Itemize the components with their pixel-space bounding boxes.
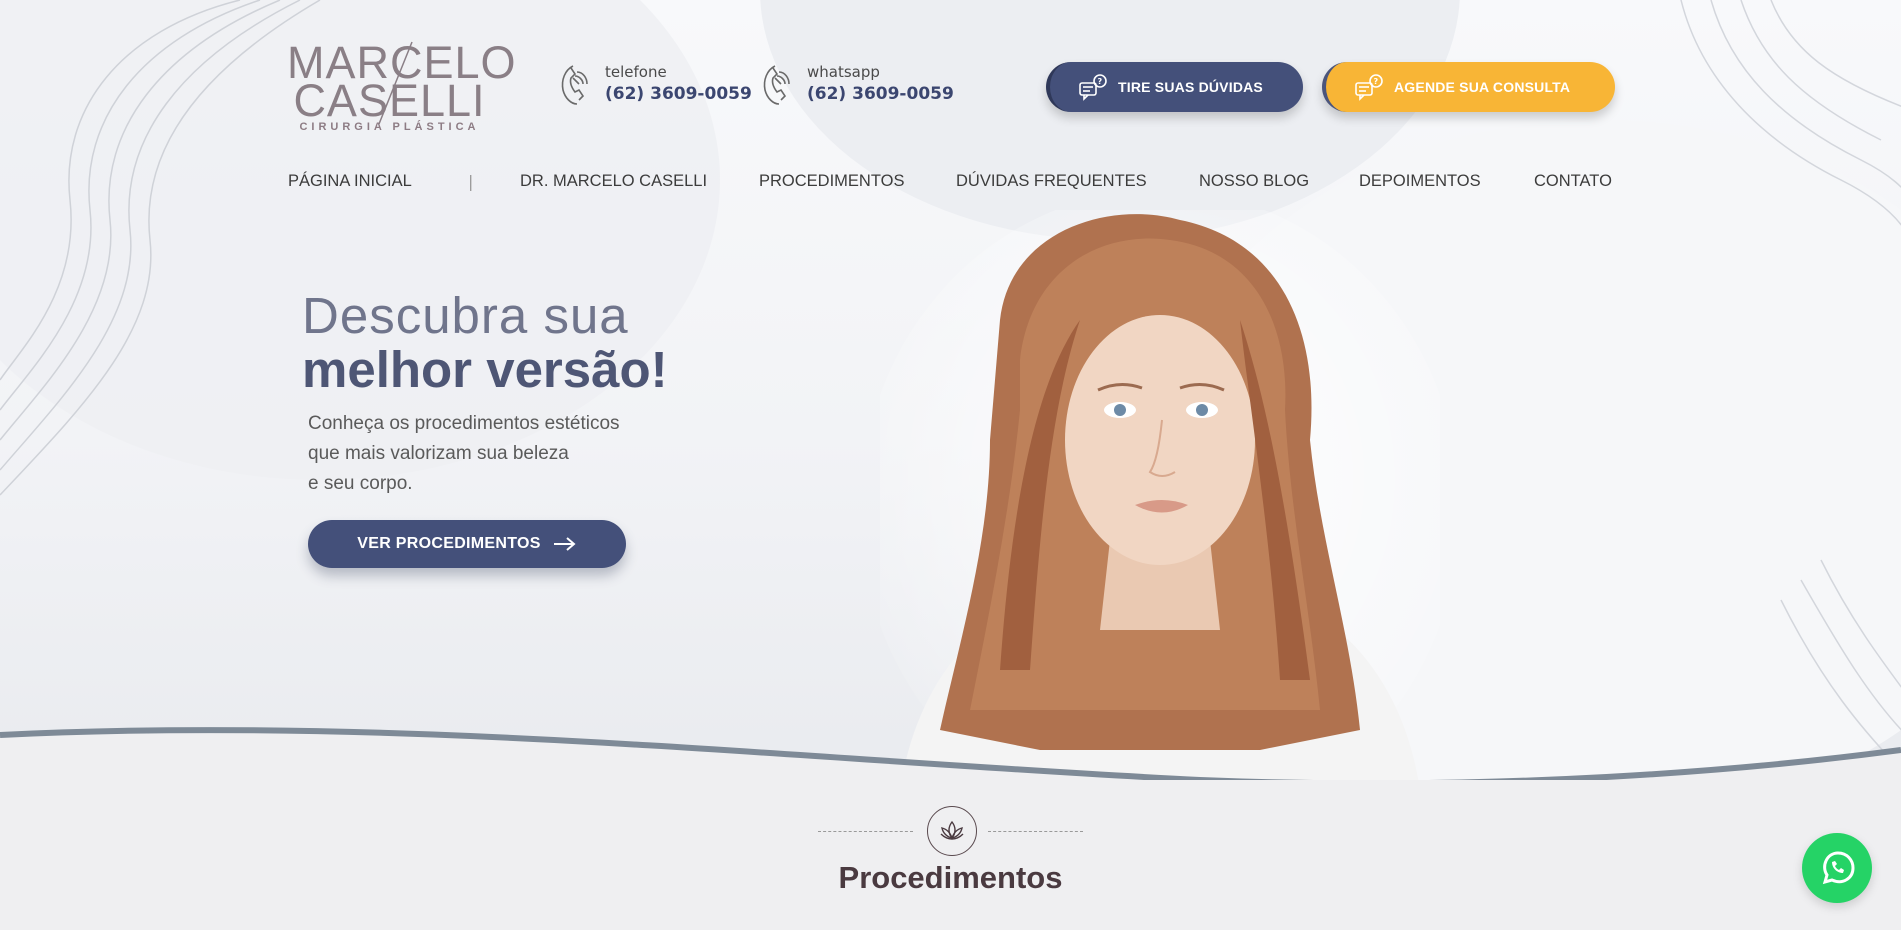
contact-telefone[interactable]: telefone (62) 3609-0059 bbox=[557, 62, 752, 106]
nav-item-dr-marcelo-caselli[interactable]: DR. MARCELO CASELLI bbox=[520, 172, 707, 191]
main-nav: PÁGINA INICIAL | DR. MARCELO CASELLI PRO… bbox=[288, 172, 1618, 196]
hero-title-line1: Descubra sua bbox=[302, 287, 629, 344]
chat-question-icon: ? bbox=[1355, 74, 1383, 101]
whatsapp-float-button[interactable] bbox=[1802, 833, 1872, 903]
section-divider-right bbox=[988, 831, 1083, 832]
tire-duvidas-button[interactable]: ? TIRE SUAS DÚVIDAS bbox=[1046, 62, 1303, 112]
nav-separator: | bbox=[468, 172, 474, 191]
section-divider-left bbox=[818, 831, 913, 832]
phone-number[interactable]: (62) 3609-0059 bbox=[605, 82, 752, 106]
tire-duvidas-label: TIRE SUAS DÚVIDAS bbox=[1118, 79, 1263, 95]
whatsapp-icon bbox=[1822, 851, 1855, 885]
ver-procedimentos-label: VER PROCEDIMENTOS bbox=[357, 535, 541, 552]
site-logo[interactable]: MARCELO CASELLI CIRURGIA PLÁSTICA bbox=[287, 40, 516, 136]
decorative-lines-right bbox=[1680, 0, 1901, 771]
phone-icon bbox=[561, 65, 588, 105]
logo-slash-mark bbox=[378, 41, 413, 125]
contact-label: whatsapp bbox=[807, 63, 880, 81]
nav-item-procedimentos[interactable]: PROCEDIMENTOS bbox=[759, 172, 904, 191]
phone-icon bbox=[763, 65, 790, 105]
agende-consulta-button[interactable]: ? AGENDE SUA CONSULTA bbox=[1322, 62, 1615, 112]
hero-subtitle-line: e seu corpo. bbox=[308, 473, 413, 494]
nav-item-duvidas-frequentes[interactable]: DÚVIDAS FREQUENTES bbox=[956, 172, 1147, 191]
ver-procedimentos-button[interactable]: VER PROCEDIMENTOS bbox=[308, 520, 626, 568]
contact-label: telefone bbox=[605, 63, 667, 81]
section-title-procedimentos: Procedimentos bbox=[838, 860, 1063, 895]
svg-text:?: ? bbox=[1374, 77, 1379, 86]
nav-item-contato[interactable]: CONTATO bbox=[1534, 172, 1612, 191]
hero-subtitle: Conheça os procedimentos estéticos que m… bbox=[308, 409, 728, 499]
svg-text:?: ? bbox=[1098, 77, 1103, 86]
nav-item-nosso-blog[interactable]: NOSSO BLOG bbox=[1199, 172, 1309, 191]
arrow-right-icon bbox=[553, 537, 576, 551]
lotus-icon bbox=[927, 806, 977, 856]
whatsapp-number[interactable]: (62) 3609-0059 bbox=[807, 82, 954, 106]
nav-item-depoimentos[interactable]: DEPOIMENTOS bbox=[1359, 172, 1481, 191]
contact-whatsapp[interactable]: whatsapp (62) 3609-0059 bbox=[759, 62, 954, 106]
chat-question-icon: ? bbox=[1079, 74, 1107, 101]
nav-item-pagina-inicial[interactable]: PÁGINA INICIAL bbox=[288, 172, 412, 191]
hero-title-line2: melhor versão! bbox=[302, 341, 668, 398]
hero-subtitle-line: Conheça os procedimentos estéticos bbox=[308, 413, 620, 434]
wave-divider bbox=[0, 726, 1901, 790]
agende-consulta-label: AGENDE SUA CONSULTA bbox=[1394, 79, 1571, 95]
hero-subtitle-line: que mais valorizam sua beleza bbox=[308, 443, 569, 464]
